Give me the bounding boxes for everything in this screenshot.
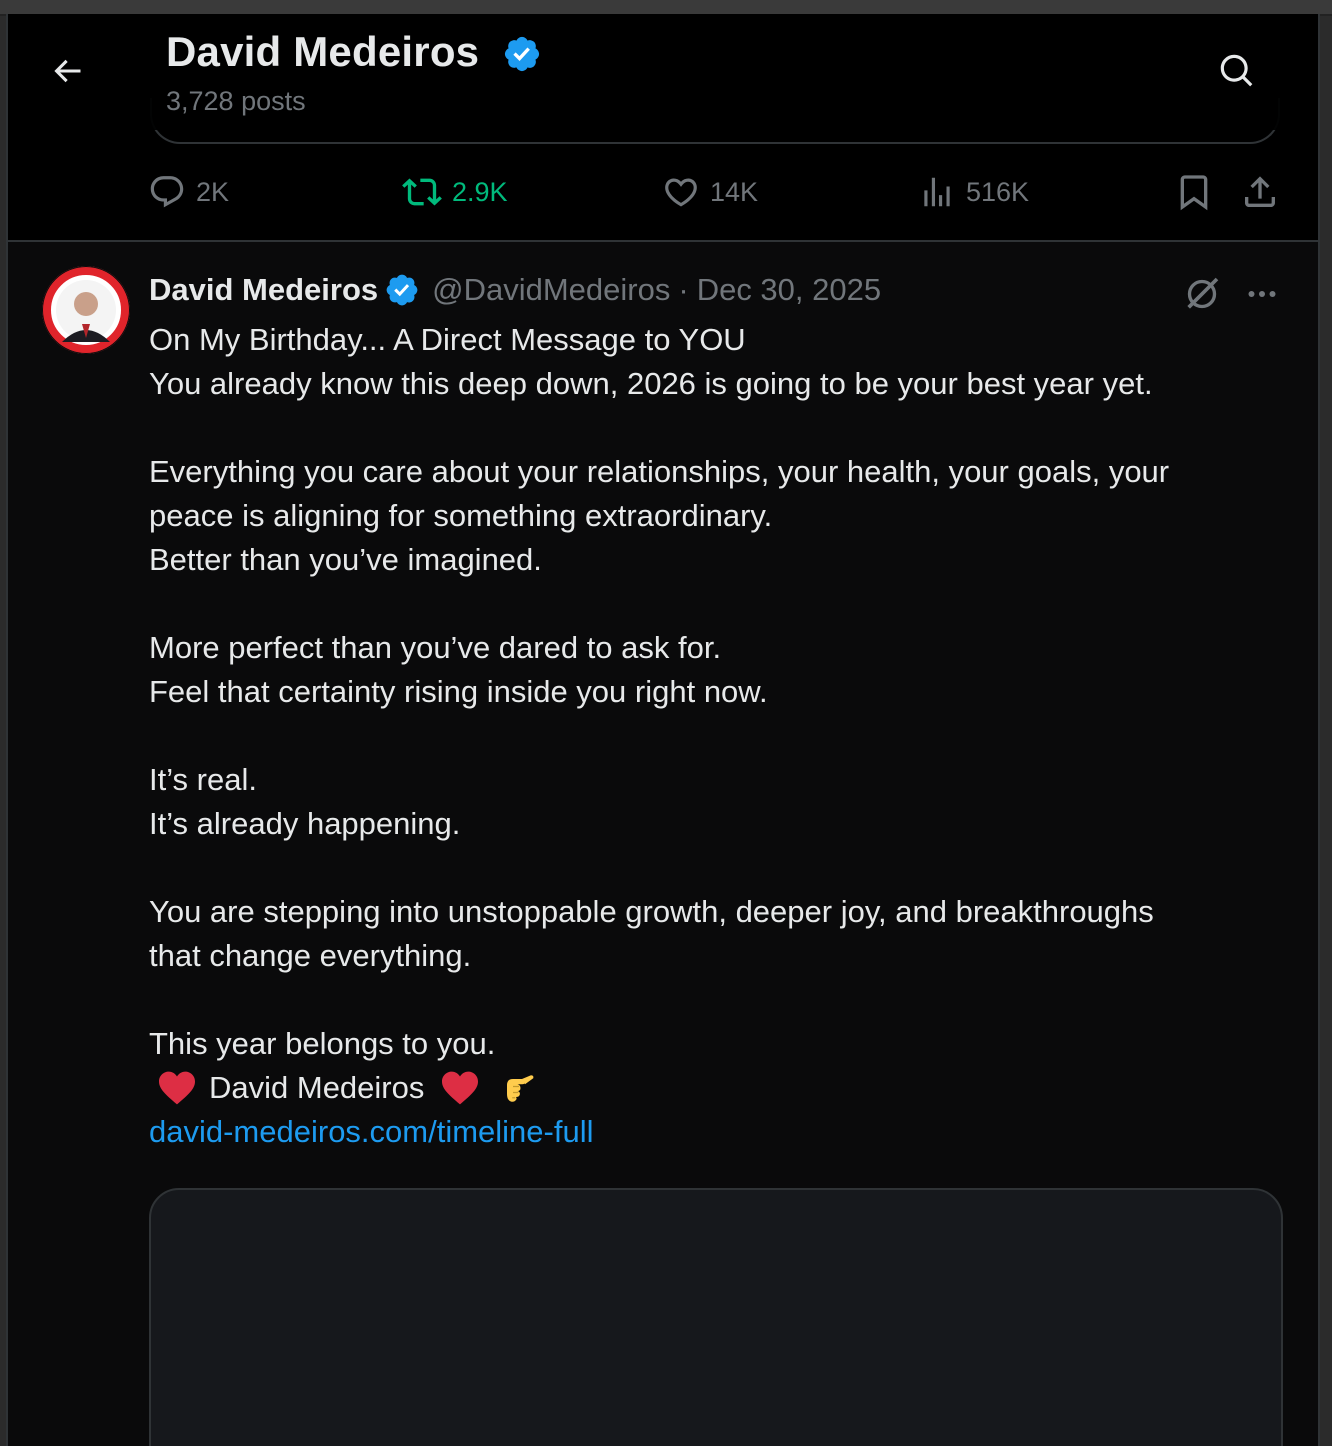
search-icon	[1220, 54, 1253, 87]
repost-icon	[402, 178, 442, 206]
post-line: Everything you care about your relations…	[149, 454, 1170, 489]
more-options-button[interactable]	[1240, 272, 1284, 316]
posts-count: 3,728 posts	[166, 86, 306, 116]
views-count: 516K	[966, 176, 1030, 207]
like-count: 14K	[710, 176, 759, 207]
like-button[interactable]: 14K	[662, 172, 758, 212]
post-text: On My Birthday... A Direct Message to YO…	[149, 318, 1279, 1154]
grok-icon	[1187, 277, 1219, 309]
post-line: It’s real.	[149, 762, 257, 797]
previous-post-action-bar: 2K 2.9K 14K 516K	[8, 164, 1318, 220]
link-preview-card[interactable]	[149, 1188, 1283, 1446]
grok-button[interactable]	[1180, 272, 1224, 316]
post-line: This year belongs to you.	[149, 1026, 496, 1061]
author-handle[interactable]: @DavidMedeiros	[432, 272, 670, 308]
verified-badge-icon	[504, 36, 540, 72]
post-line: Better than you’ve imagined.	[149, 542, 542, 577]
repost-count: 2.9K	[452, 176, 508, 207]
reply-button[interactable]: 2K	[148, 172, 229, 212]
post-line: On My Birthday... A Direct Message to YO…	[149, 322, 746, 357]
post-line: that change everything.	[149, 938, 472, 973]
profile-header: David Medeiros 3,728 posts	[8, 14, 1318, 130]
post-line: It’s already happening.	[149, 806, 461, 841]
views-button[interactable]: 516K	[918, 172, 1029, 212]
post-line: You are stepping into unstoppable growth…	[149, 894, 1154, 929]
red-heart-icon	[159, 1071, 195, 1105]
reply-count: 2K	[196, 176, 230, 207]
arrow-left-icon	[54, 59, 81, 83]
pointing-hand-icon	[507, 1075, 534, 1102]
avatar[interactable]	[42, 266, 130, 354]
share-button[interactable]	[1240, 172, 1280, 212]
author-name[interactable]: David Medeiros	[149, 272, 378, 308]
search-button[interactable]	[1214, 48, 1260, 94]
views-chart-icon	[924, 177, 950, 207]
post-link[interactable]: david-medeiros.com/timeline-full	[149, 1110, 1279, 1154]
signature-name: David Medeiros	[209, 1070, 425, 1105]
post-line: More perfect than you’ve dared to ask fo…	[149, 630, 722, 665]
reply-icon	[150, 176, 184, 208]
timeline-column: David Medeiros 3,728 posts 2K 2.9K 14K 5…	[6, 14, 1320, 1446]
bookmark-icon	[1180, 175, 1208, 211]
avatar-logo-image	[42, 266, 130, 354]
more-horizontal-icon	[1248, 291, 1276, 297]
profile-name: David Medeiros	[166, 28, 480, 75]
heart-outline-icon	[665, 178, 697, 207]
repost-button[interactable]: 2.9K	[402, 172, 508, 212]
verified-badge-icon	[386, 274, 418, 306]
meta-separator: ·	[678, 272, 689, 307]
bookmark-button[interactable]	[1174, 172, 1214, 212]
post[interactable]: David Medeiros @DavidMedeiros · Dec 30, …	[8, 242, 1318, 1446]
post-line: Feel that certainty rising inside you ri…	[149, 674, 768, 709]
post-line: peace is aligning for something extraord…	[149, 498, 773, 533]
red-heart-icon	[442, 1071, 479, 1105]
share-icon	[1245, 176, 1275, 207]
post-line: You already know this deep down, 2026 is…	[149, 366, 1153, 401]
post-date[interactable]: Dec 30, 2025	[697, 272, 881, 308]
back-button[interactable]	[44, 48, 90, 94]
signature-line: David Medeiros	[149, 1066, 1279, 1110]
post-header: David Medeiros @DavidMedeiros · Dec 30, …	[149, 270, 881, 310]
